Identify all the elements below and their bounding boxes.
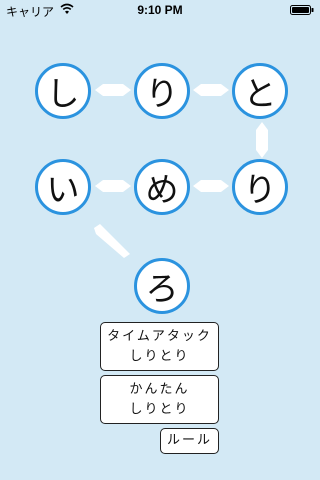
time-attack-label-line1: タイムアタック xyxy=(107,328,212,344)
time-attack-label-line2: しりとり xyxy=(129,348,190,364)
connector xyxy=(95,84,131,96)
easy-mode-label-line2: しりとり xyxy=(129,401,190,417)
connector xyxy=(256,122,268,158)
tile-ri[interactable]: り xyxy=(134,63,190,119)
tile-ro[interactable]: ろ xyxy=(134,258,190,314)
tile-ri-2[interactable]: り xyxy=(232,159,288,215)
tile-shi[interactable]: し xyxy=(35,63,91,119)
time-attack-button[interactable]: タイムアタック しりとり xyxy=(100,322,219,371)
tile-me[interactable]: め xyxy=(134,159,190,215)
connector xyxy=(94,224,130,258)
tile-i[interactable]: い xyxy=(35,159,91,215)
rules-button[interactable]: ルール xyxy=(160,428,219,454)
connector xyxy=(95,180,131,192)
connector xyxy=(193,180,229,192)
tile-to[interactable]: と xyxy=(232,63,288,119)
easy-mode-label-line1: かんたん xyxy=(129,381,190,397)
connector xyxy=(193,84,229,96)
rules-label: ルール xyxy=(166,433,212,448)
easy-mode-button[interactable]: かんたん しりとり xyxy=(100,375,219,424)
